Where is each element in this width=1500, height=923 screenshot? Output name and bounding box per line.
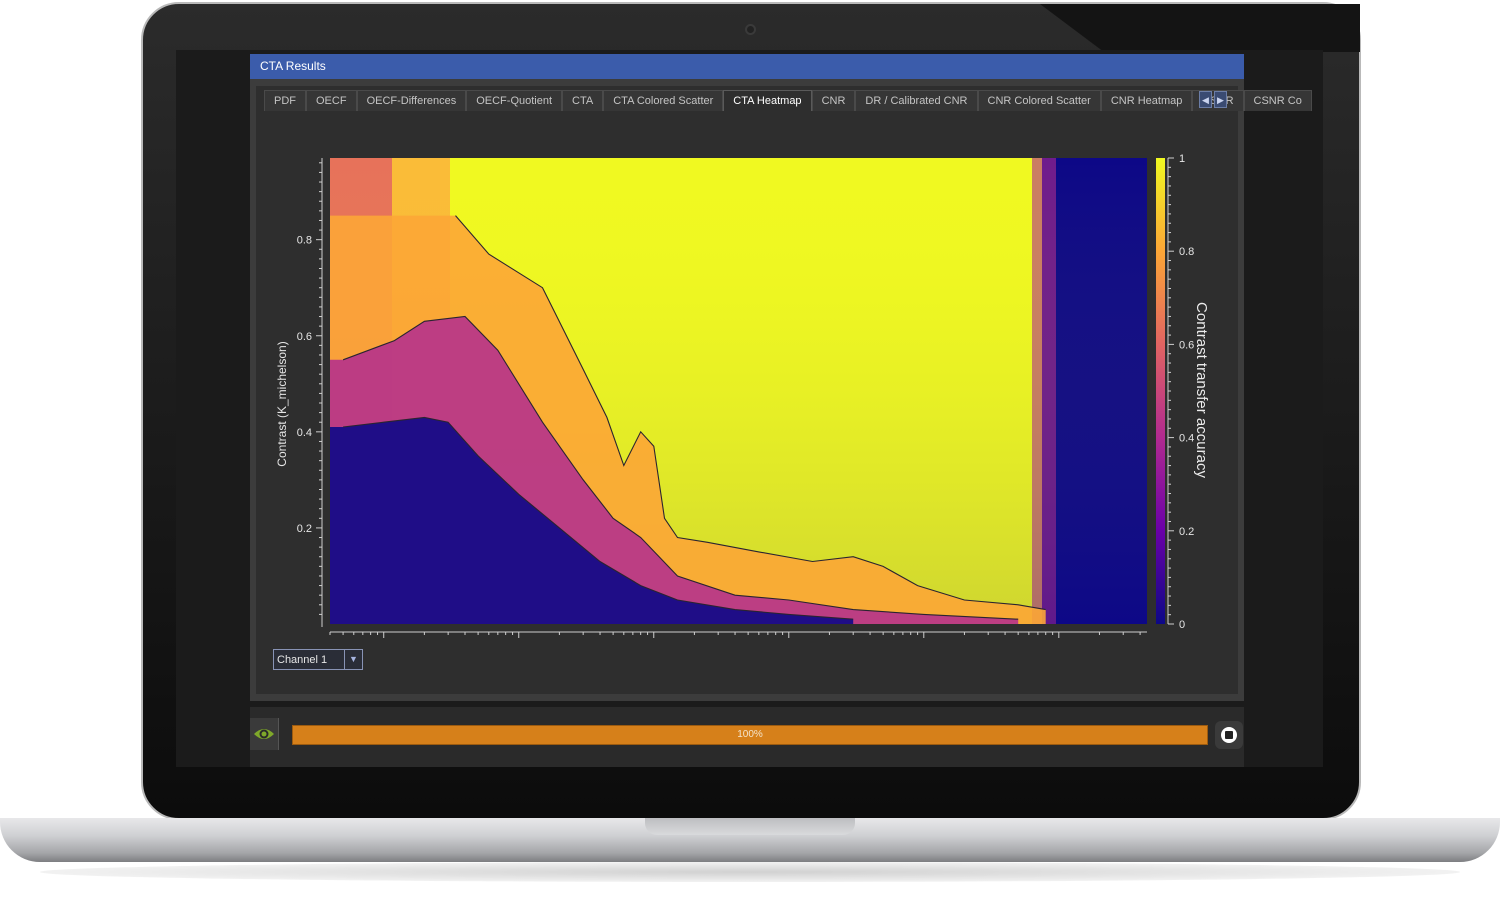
screen: CTA Results PDF OECF OECF-Differences OECF-… — [176, 50, 1323, 767]
tab-bar: PDF OECF OECF-Differences OECF-Quotient CTA C… — [264, 90, 1312, 112]
tab-oecf-differences[interactable]: OECF-Differences — [356, 90, 467, 111]
colorbar — [1156, 158, 1165, 624]
window-title: CTA Results — [250, 54, 1244, 79]
progress-label: 100% — [737, 729, 763, 740]
tab-dr-calibrated-cnr[interactable]: DR / Calibrated CNR — [855, 90, 978, 111]
tab-cnr-heatmap[interactable]: CNR Heatmap — [1100, 90, 1193, 111]
heatmap-plot-area: 0.11101001,00010,0000.20.40.60.8Luminanc… — [256, 112, 1238, 671]
chevron-down-icon[interactable]: ▼ — [344, 650, 362, 669]
y-tick-label: 0.2 — [297, 523, 312, 535]
cta-heatmap-chart: 0.11101001,00010,0000.20.40.60.8Luminanc… — [275, 153, 1210, 671]
y-tick-label: 0.8 — [297, 235, 312, 247]
results-inner: PDF OECF OECF-Differences OECF-Quotient CTA C… — [256, 86, 1312, 694]
tab-cta[interactable]: CTA — [562, 90, 604, 111]
colorbar-tick-label: 0 — [1179, 619, 1185, 631]
tab-scroll-right-button[interactable]: ▶ — [1214, 91, 1227, 108]
colorbar-tick-label: 0.6 — [1179, 339, 1194, 351]
colorbar-tick-label: 0.4 — [1179, 433, 1194, 445]
y-tick-label: 0.6 — [297, 331, 312, 343]
colorbar-tick-label: 1 — [1179, 153, 1185, 165]
tab-pdf[interactable]: PDF — [264, 90, 306, 111]
tab-csnr-co[interactable]: CSNR Co — [1243, 90, 1312, 111]
results-panel: PDF OECF OECF-Differences OECF-Quotient CTA C… — [250, 79, 1312, 701]
tab-scroll-left-button[interactable]: ◀ — [1199, 91, 1212, 108]
laptop-shadow — [40, 862, 1460, 882]
colorbar-tick-label: 0.2 — [1179, 526, 1194, 538]
y-axis-label: Contrast (K_michelson) — [275, 341, 289, 466]
tab-oecf-quotient[interactable]: OECF-Quotient — [466, 90, 563, 111]
webcam — [745, 24, 756, 35]
tab-cnr[interactable]: CNR — [811, 90, 856, 111]
tab-oecf[interactable]: OECF — [306, 90, 357, 111]
progress-bar: 100% — [292, 725, 1208, 745]
status-bar: 100% — [250, 707, 1244, 767]
stop-button[interactable] — [1215, 721, 1243, 749]
channel-select[interactable]: Channel 1 ▼ — [273, 649, 363, 670]
tab-cta-heatmap[interactable]: CTA Heatmap — [723, 90, 812, 111]
eye-icon — [254, 729, 274, 739]
laptop-notch — [645, 818, 855, 835]
colorbar-tick-label: 0.8 — [1179, 246, 1194, 258]
lid-glare — [1040, 4, 1360, 52]
y-tick-label: 0.4 — [297, 427, 312, 439]
stop-icon — [1221, 727, 1237, 743]
preview-toggle-button[interactable] — [250, 718, 279, 750]
colorbar-label: Contrast transfer accuracy — [1193, 302, 1210, 478]
channel-select-value: Channel 1 — [277, 654, 328, 666]
tab-cnr-colored-scatter[interactable]: CNR Colored Scatter — [977, 90, 1101, 111]
tab-cta-colored-scatter[interactable]: CTA Colored Scatter — [603, 90, 724, 111]
